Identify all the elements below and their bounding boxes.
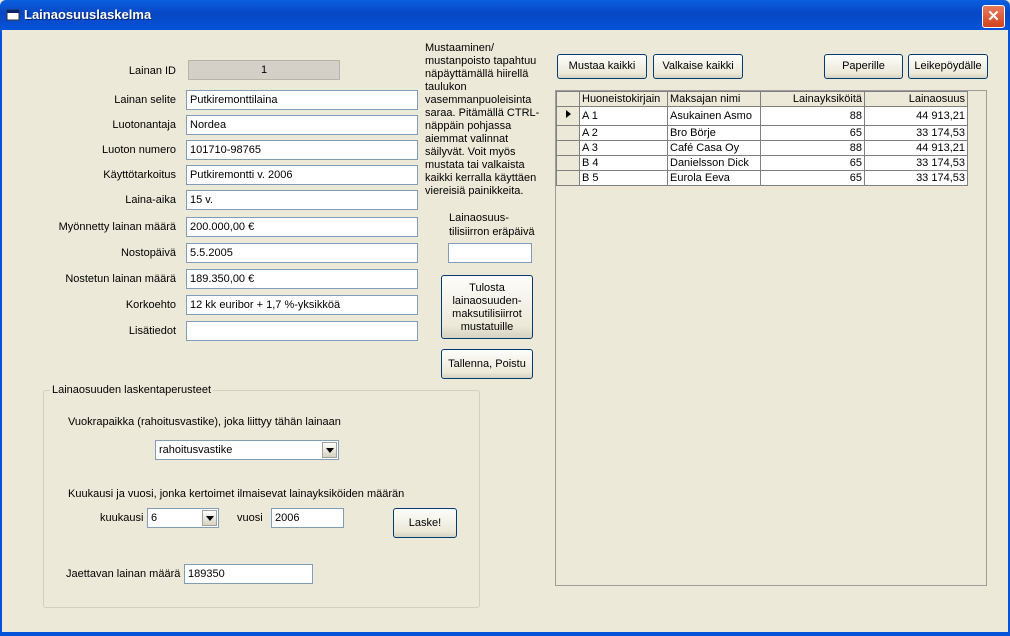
apartment-cell: B 4 bbox=[579, 155, 668, 171]
withdrawn-amount-field[interactable]: 189.350,00 € bbox=[186, 269, 418, 289]
row-selector[interactable] bbox=[556, 170, 580, 186]
column-header-apartment[interactable]: Huoneistokirjain bbox=[579, 91, 668, 107]
share-cell: 44 913,21 bbox=[864, 140, 968, 156]
payer-cell: Asukainen Asmo bbox=[667, 106, 761, 126]
month-value: 6 bbox=[151, 512, 158, 524]
loan-id-label: Lainan ID bbox=[128, 65, 176, 77]
table-row[interactable]: B 5 Eurola Eeva 65 33 174,53 bbox=[556, 170, 968, 186]
column-header-payer[interactable]: Maksajan nimi bbox=[667, 91, 761, 107]
app-icon bbox=[6, 9, 20, 21]
rent-place-select[interactable]: rahoitusvastike bbox=[155, 440, 339, 460]
interest-terms-field[interactable]: 12 kk euribor + 1,7 %-yksikköä bbox=[186, 295, 418, 315]
due-date-label: Lainaosuus- tilisiirron eräpäivä bbox=[449, 212, 535, 238]
payer-cell: Danielsson Dick bbox=[667, 155, 761, 171]
due-date-field[interactable] bbox=[448, 243, 532, 263]
column-header-share[interactable]: Lainaosuus bbox=[864, 91, 968, 107]
apartment-cell: A 3 bbox=[579, 140, 668, 156]
payer-cell: Café Casa Oy bbox=[667, 140, 761, 156]
withdrawn-amount-label: Nostetun lainan määrä bbox=[65, 273, 176, 285]
share-cell: 44 913,21 bbox=[864, 106, 968, 126]
close-button[interactable]: ✕ bbox=[982, 5, 1005, 28]
title-bar: Lainaosuuslaskelma ✕ bbox=[0, 0, 1010, 30]
units-cell: 65 bbox=[760, 155, 865, 171]
units-cell: 88 bbox=[760, 106, 865, 126]
additional-info-label: Lisätiedot bbox=[128, 325, 176, 337]
whiten-all-button[interactable]: Valkaise kaikki bbox=[653, 54, 743, 79]
table-row[interactable]: A 3 Café Casa Oy 88 44 913,21 bbox=[556, 140, 968, 156]
share-cell: 33 174,53 bbox=[864, 170, 968, 186]
chevron-down-icon[interactable] bbox=[202, 510, 217, 526]
row-selector[interactable] bbox=[556, 140, 580, 156]
group-title: Lainaosuuden laskentaperusteet bbox=[50, 384, 214, 396]
loan-description-field[interactable]: Putkiremonttilaina bbox=[186, 90, 418, 110]
divided-amount-field[interactable]: 189350 bbox=[184, 564, 313, 584]
units-cell: 88 bbox=[760, 140, 865, 156]
loan-description-label: Lainan selite bbox=[114, 94, 176, 106]
units-cell: 65 bbox=[760, 125, 865, 141]
interest-terms-label: Korkoehto bbox=[125, 299, 176, 311]
loan-term-field[interactable]: 15 v. bbox=[186, 190, 418, 210]
granted-amount-label: Myönnetty lainan määrä bbox=[58, 221, 176, 233]
lender-field[interactable]: Nordea bbox=[186, 115, 418, 135]
chevron-down-icon[interactable] bbox=[322, 442, 337, 458]
to-clipboard-button[interactable]: Leikepöydälle bbox=[908, 54, 988, 79]
apartment-cell: A 1 bbox=[579, 106, 668, 126]
loan-term-label: Laina-aika bbox=[125, 194, 176, 206]
share-cell: 33 174,53 bbox=[864, 125, 968, 141]
loan-share-table: Huoneistokirjain Maksajan nimi Lainayksi… bbox=[556, 91, 968, 186]
print-transfers-button[interactable]: Tulosta lainaosuuden- maksutilisiirrot m… bbox=[441, 275, 533, 339]
withdrawal-date-field[interactable]: 5.5.2005 bbox=[186, 243, 418, 263]
credit-number-label: Luoton numero bbox=[102, 144, 176, 156]
row-selector[interactable] bbox=[556, 125, 580, 141]
year-field[interactable]: 2006 bbox=[271, 508, 344, 528]
divided-amount-label: Jaettavan lainan määrä bbox=[66, 568, 181, 580]
apartment-cell: B 5 bbox=[579, 170, 668, 186]
year-label: vuosi bbox=[237, 512, 263, 524]
loan-share-grid[interactable]: Huoneistokirjain Maksajan nimi Lainayksi… bbox=[555, 90, 987, 586]
table-row[interactable]: A 1 Asukainen Asmo 88 44 913,21 bbox=[556, 106, 968, 126]
payer-cell: Bro Börje bbox=[667, 125, 761, 141]
table-row[interactable]: B 4 Danielsson Dick 65 33 174,53 bbox=[556, 155, 968, 171]
blacken-all-button[interactable]: Mustaa kaikki bbox=[557, 54, 647, 79]
month-select[interactable]: 6 bbox=[147, 508, 219, 528]
lender-label: Luotonantaja bbox=[112, 119, 176, 131]
additional-info-field[interactable] bbox=[186, 321, 418, 341]
credit-number-field[interactable]: 101710-98765 bbox=[186, 140, 418, 160]
month-label: kuukausi bbox=[100, 512, 144, 524]
row-selector-header bbox=[556, 91, 580, 107]
to-paper-label: Paperille bbox=[842, 60, 885, 72]
purpose-label: Käyttötarkoitus bbox=[103, 169, 176, 181]
purpose-field[interactable]: Putkiremontti v. 2006 bbox=[186, 165, 418, 185]
granted-amount-field[interactable]: 200.000,00 € bbox=[186, 217, 418, 237]
window-title: Lainaosuuslaskelma bbox=[24, 7, 152, 22]
month-year-label: Kuukausi ja vuosi, jonka kertoimet ilmai… bbox=[68, 488, 405, 500]
calculate-button[interactable]: Laske! bbox=[393, 508, 457, 538]
to-clipboard-label: Leikepöydälle bbox=[914, 60, 982, 72]
column-header-units[interactable]: Lainayksiköitä bbox=[760, 91, 865, 107]
save-close-button[interactable]: Tallenna, Poistu bbox=[441, 349, 533, 379]
current-row-arrow-icon bbox=[566, 110, 571, 118]
withdrawal-date-label: Nostopäivä bbox=[120, 247, 176, 259]
help-text: Mustaaminen/ mustanpoisto tapahtuu näpäy… bbox=[425, 42, 540, 197]
row-selector[interactable] bbox=[556, 155, 580, 171]
apartment-cell: A 2 bbox=[579, 125, 668, 141]
rent-place-value: rahoitusvastike bbox=[159, 444, 233, 456]
table-header-row: Huoneistokirjain Maksajan nimi Lainayksi… bbox=[556, 91, 968, 107]
row-selector[interactable] bbox=[556, 106, 580, 126]
blacken-all-label: Mustaa kaikki bbox=[568, 60, 636, 72]
units-cell: 65 bbox=[760, 170, 865, 186]
loan-id-field: 1 bbox=[188, 60, 340, 80]
share-cell: 33 174,53 bbox=[864, 155, 968, 171]
table-row[interactable]: A 2 Bro Börje 65 33 174,53 bbox=[556, 125, 968, 141]
to-paper-button[interactable]: Paperille bbox=[824, 54, 903, 79]
rent-place-label: Vuokrapaikka (rahoitusvastike), joka lii… bbox=[68, 416, 341, 428]
payer-cell: Eurola Eeva bbox=[667, 170, 761, 186]
whiten-all-label: Valkaise kaikki bbox=[662, 60, 734, 72]
